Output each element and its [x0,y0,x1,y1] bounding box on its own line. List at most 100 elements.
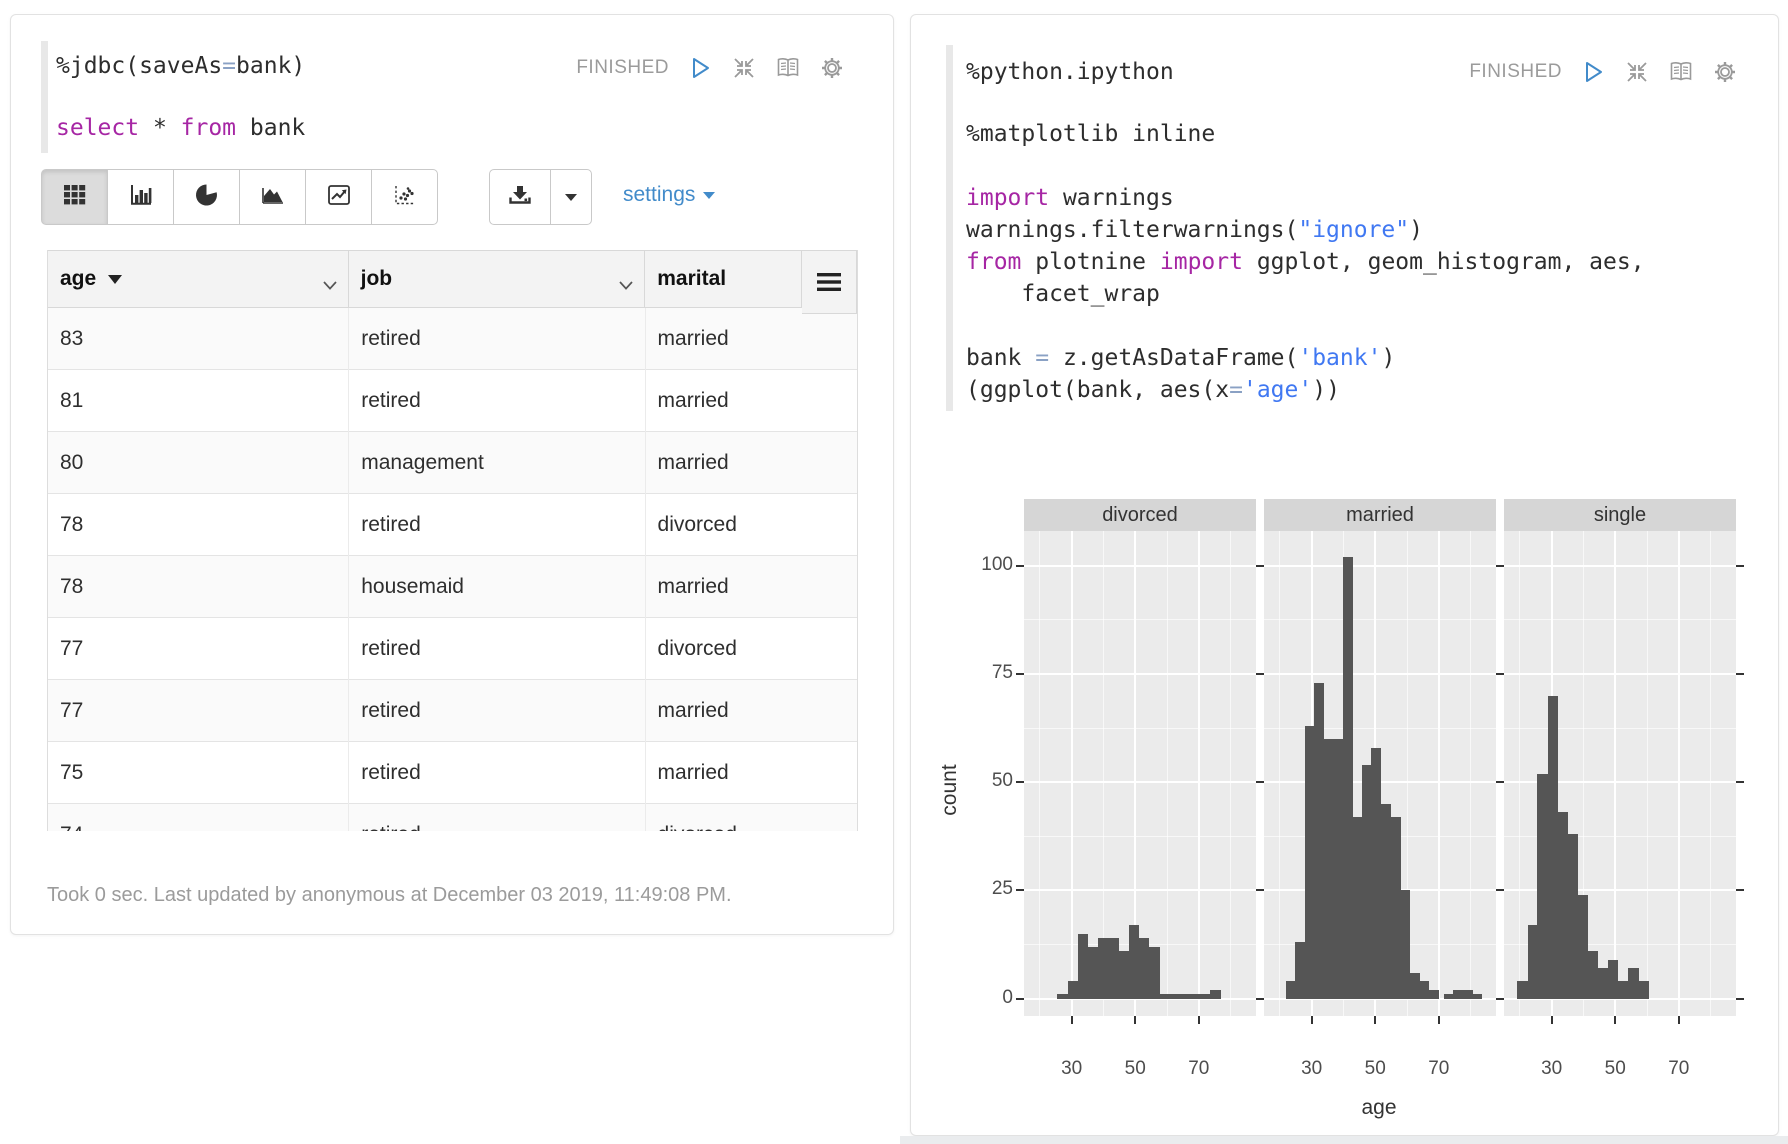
histogram-bar [1149,947,1160,999]
x-tick-mark [1198,1016,1200,1024]
table-cell: divorced [646,804,857,831]
y-tick-mark [1016,781,1024,783]
chevron-down-icon[interactable] [322,273,338,297]
editor-gutter [41,41,48,153]
table-cell: retired [349,618,645,680]
chart-button-area[interactable] [239,169,306,225]
table-cell: divorced [646,618,857,680]
y-tick-label: 25 [951,878,1013,900]
histogram-bar [1295,942,1305,998]
y-tick-mark [1256,781,1264,783]
y-tick-mark [1496,781,1504,783]
y-tick-mark [1496,673,1504,675]
column-label: age [60,267,96,291]
gridline-minor [1024,728,1256,729]
histogram-bar [1324,739,1334,999]
x-tick-label: 30 [1052,1058,1092,1080]
table-row: 81retiredmarried [48,370,857,432]
gear-icon[interactable] [819,55,845,81]
histogram-bar [1169,994,1180,998]
x-tick-label: 30 [1292,1058,1332,1080]
table-cell: housemaid [349,556,645,618]
histogram-bar [1390,817,1400,999]
caret-down-icon [703,192,715,199]
y-tick-mark [1256,565,1264,567]
table-cell: 75 [48,742,349,804]
histogram-bar [1343,557,1353,999]
line-chart-icon [326,182,352,213]
y-tick-mark [1736,673,1744,675]
y-tick-mark [1496,565,1504,567]
y-tick-mark [1256,998,1264,1000]
chart-button-scatter[interactable] [371,169,438,225]
histogram-bar [1410,973,1420,999]
column-header-job[interactable]: job [349,250,646,308]
x-tick-mark [1438,1016,1440,1024]
facet-panel [1504,531,1736,1016]
chart-button-table[interactable] [41,169,108,225]
histogram-bar [1088,947,1099,999]
facet-strip: married [1264,499,1496,531]
histogram-bar [1628,968,1639,998]
chevron-down-icon[interactable] [618,273,634,297]
table-cell: 77 [48,618,349,680]
histogram-bar [1179,994,1190,998]
run-icon[interactable] [687,55,713,81]
histogram-bar [1444,994,1454,998]
column-label: job [361,267,393,291]
histogram-bar [1371,748,1381,999]
histogram-bar [1078,934,1089,999]
y-tick-label: 75 [951,662,1013,684]
book-icon[interactable] [775,55,801,81]
chart-button-bar[interactable] [107,169,174,225]
table-cell: 78 [48,556,349,618]
y-tick-mark [1016,565,1024,567]
gridline-major [1071,531,1073,1016]
result-table: age job marital83retiredmarried81retiredma… [47,250,858,831]
histogram-bar [1472,994,1482,998]
gridline-minor [1024,619,1256,620]
histogram-output: 0255075100countagedivorced305070married3… [911,15,1779,1136]
facet-panel [1024,531,1256,1016]
gridline-major [1614,531,1616,1016]
settings-toggle[interactable]: settings [623,183,715,207]
histogram-bar [1333,739,1343,999]
histogram-bar [1568,834,1579,999]
table-row: 83retiredmarried [48,308,857,370]
table-cell: retired [349,308,645,370]
table-row: 78housemaidmarried [48,556,857,618]
table-cell: retired [349,742,645,804]
y-tick-mark [1256,889,1264,891]
chart-button-pie[interactable] [173,169,240,225]
paragraph-footer: Took 0 sec. Last updated by anonymous at… [47,884,732,907]
x-tick-label: 50 [1115,1058,1155,1080]
table-row: 74retireddivorced [48,804,857,831]
scatter-chart-icon [392,182,418,213]
histogram-bar [1210,990,1221,999]
table-cell: 83 [48,308,349,370]
download-group [489,169,592,225]
column-header-marital[interactable]: marital [645,250,802,308]
table-cell: retired [349,804,645,831]
menu-icon [817,273,841,291]
shrink-icon[interactable] [731,55,757,81]
y-tick-mark [1016,889,1024,891]
download-button[interactable] [489,169,551,225]
histogram-bar [1200,994,1211,998]
download-dropdown-button[interactable] [550,169,592,225]
table-row: 77retiredmarried [48,680,857,742]
x-tick-mark [1614,1016,1616,1024]
table-menu-button[interactable] [802,250,857,314]
paragraph-interpreter-line[interactable]: %jdbc(saveAs=bank) [56,53,305,79]
histogram-bar [1057,994,1068,998]
y-tick-label: 0 [951,987,1013,1009]
sql-code-line[interactable]: select * from bank [56,115,305,141]
x-tick-mark [1134,1016,1136,1024]
gridline-major [1024,673,1256,675]
column-header-age[interactable]: age [47,250,349,308]
chart-button-line[interactable] [305,169,372,225]
gridline-major [1024,889,1256,891]
pie-chart-icon [194,182,220,213]
y-tick-mark [1256,673,1264,675]
paragraph-sql: %jdbc(saveAs=bank) select * from bank FI… [10,14,894,935]
